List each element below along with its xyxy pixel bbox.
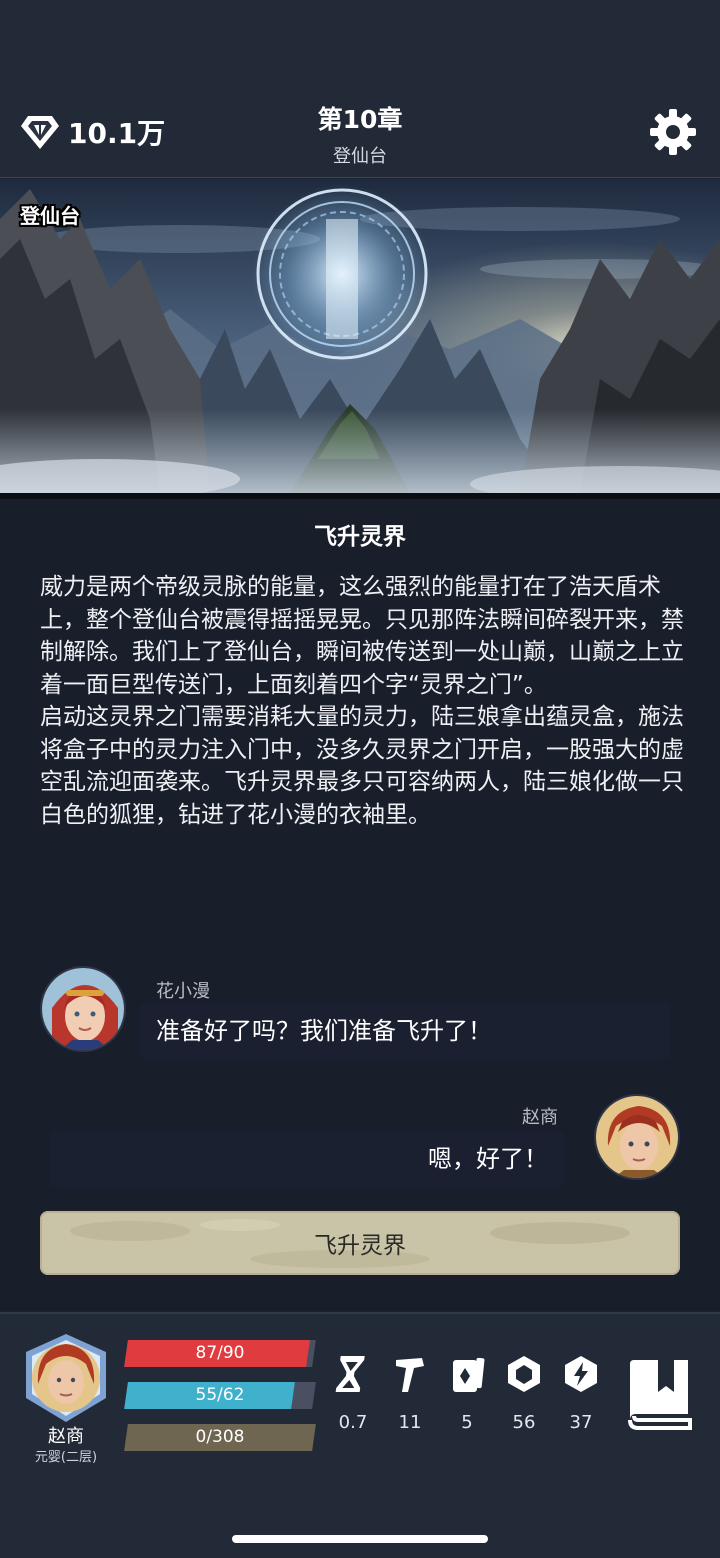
chapter-subtitle: 登仙台 (333, 146, 387, 167)
stat-value: 11 (398, 1412, 422, 1433)
stat-speed[interactable]: 0.7 (328, 1354, 378, 1433)
ascend-realm-label: 飞升灵界 (314, 1233, 406, 1259)
scene-illustration: 登仙台 (0, 179, 720, 493)
mountain-portal-image (0, 179, 720, 493)
avatar-portrait-female (42, 968, 124, 1050)
player-realm: 元婴(二层) (34, 1450, 98, 1465)
hp-bar: 87/90 (124, 1340, 316, 1367)
home-indicator (232, 1535, 488, 1543)
xp-bar: 0/308 (124, 1424, 316, 1451)
stat-value: 5 (461, 1412, 473, 1433)
speaker-name: 赵商 (522, 1107, 558, 1128)
dialogue-bubble: 嗯，好了！ (50, 1131, 564, 1187)
player-avatar-dialogue (594, 1094, 680, 1180)
mp-label: 55/62 (195, 1385, 245, 1405)
stat-value: 37 (569, 1412, 593, 1433)
hammer-icon (396, 1358, 424, 1392)
story-text: 威力是两个帝级灵脉的能量，这么强烈的能量打在了浩天盾术上，整个登仙台被震得摇摇晃… (40, 571, 688, 831)
story-panel: 飞升灵界 威力是两个帝级灵脉的能量，这么强烈的能量打在了浩天盾术上，整个登仙台被… (0, 499, 720, 1311)
story-title: 飞升灵界 (314, 524, 406, 550)
npc-avatar (40, 966, 126, 1052)
player-status-bar: 赵商 元婴(二层) 87/90 55/62 0/308 0.7 11 5 56 … (0, 1312, 720, 1558)
stat-cards[interactable]: 5 (442, 1354, 492, 1433)
dialogue-bubble: 准备好了吗？我们准备飞升了！ (140, 1003, 670, 1059)
book-icon[interactable] (622, 1358, 692, 1430)
hourglass-icon (335, 1356, 365, 1392)
player-name: 赵商 (48, 1426, 84, 1447)
mp-bar: 55/62 (124, 1382, 316, 1409)
gear-icon[interactable] (648, 107, 698, 157)
stat-attack[interactable]: 11 (385, 1354, 435, 1433)
lightning-shield-icon (565, 1356, 597, 1392)
speaker-name: 花小漫 (156, 981, 210, 1002)
chapter-title: 第10章 (317, 105, 403, 134)
stat-value: 56 (512, 1412, 536, 1433)
chapter-heading: 第10章 登仙台 (0, 100, 720, 168)
stat-value: 0.7 (338, 1412, 368, 1433)
hexagon-icon (508, 1356, 540, 1392)
story-paragraph: 启动这灵界之门需要消耗大量的灵力，陆三娘拿出蕴灵盒，施法将盒子中的灵力注入门中，… (40, 704, 684, 828)
avatar-portrait-male (596, 1096, 678, 1178)
ascend-realm-button[interactable]: 飞升灵界 (40, 1211, 680, 1275)
location-label: 登仙台 (20, 204, 80, 228)
player-avatar[interactable] (20, 1332, 112, 1424)
top-bar: 10.1万 第10章 登仙台 (0, 0, 720, 178)
stat-defense[interactable]: 56 (499, 1354, 549, 1433)
story-paragraph: 威力是两个帝级灵脉的能量，这么强烈的能量打在了浩天盾术上，整个登仙台被震得摇摇晃… (40, 574, 684, 698)
hp-label: 87/90 (195, 1343, 245, 1363)
stat-energy[interactable]: 37 (556, 1354, 606, 1433)
cards-icon (453, 1357, 485, 1392)
xp-label: 0/308 (195, 1427, 245, 1447)
